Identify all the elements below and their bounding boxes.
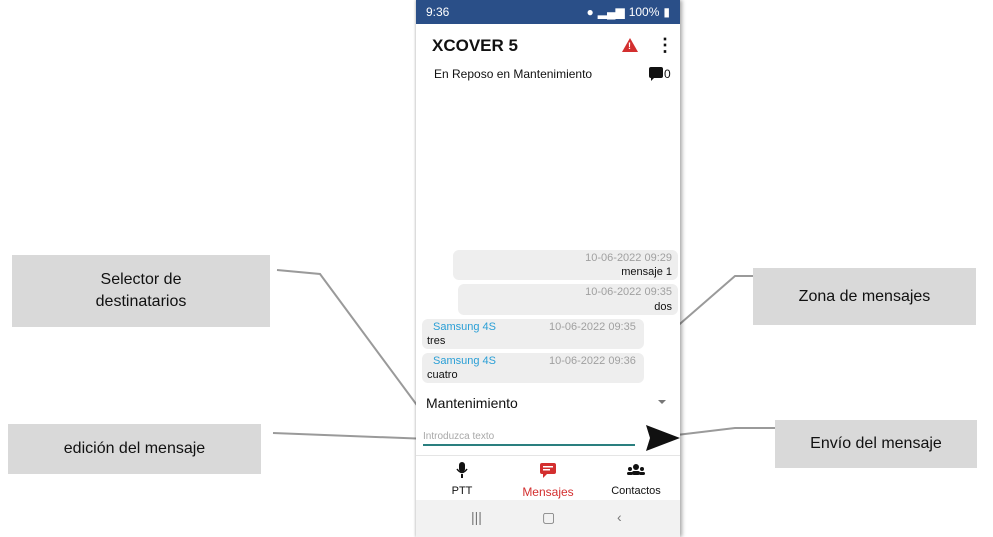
message-bubble: Samsung 4S 10-06-2022 09:36 cuatro xyxy=(422,353,644,383)
battery-icon: ▮ xyxy=(663,5,670,19)
message-date: 10-06-2022 09:35 xyxy=(585,286,672,298)
status-time: 9:36 xyxy=(426,5,450,19)
phone-screen: 9:36 ● ▂▄▆ 100% ▮ XCOVER 5 ! ⋮ En Reposo… xyxy=(416,0,680,537)
message-text: dos xyxy=(654,301,672,313)
microphone-icon xyxy=(456,462,468,478)
nav-label-contactos: Contactos xyxy=(611,485,661,497)
message-date: 10-06-2022 09:29 xyxy=(585,252,672,264)
message-count: 0 xyxy=(664,67,671,81)
back-icon[interactable]: ‹ xyxy=(617,509,622,525)
app-title: XCOVER 5 xyxy=(432,36,518,55)
nav-label-mensajes: Mensajes xyxy=(522,485,574,499)
state-text: En Reposo en Mantenimiento xyxy=(434,67,593,81)
signal-icon: ▂▄▆ xyxy=(597,5,625,19)
home-icon[interactable]: ▢ xyxy=(542,509,555,526)
battery-level: 100% xyxy=(628,5,660,19)
callout-edicion: edición del mensaje xyxy=(8,424,261,474)
recent-apps-icon[interactable]: ||| xyxy=(471,509,482,525)
warning-mark: ! xyxy=(628,41,631,51)
message-date: 10-06-2022 09:35 xyxy=(549,321,636,333)
message-icon xyxy=(540,463,556,478)
message-input[interactable] xyxy=(423,428,635,446)
nav-contactos[interactable]: Contactos xyxy=(596,462,676,497)
status-right: ● ▂▄▆ 100% ▮ xyxy=(586,5,670,19)
more-menu-icon[interactable]: ⋮ xyxy=(656,36,674,54)
bottom-navigation: PTT Mensajes Contactos xyxy=(416,455,680,500)
message-sender: Samsung 4S xyxy=(433,321,496,333)
chevron-down-icon[interactable] xyxy=(658,400,666,404)
message-icon[interactable] xyxy=(649,67,663,81)
selector-callout-line xyxy=(276,269,423,413)
callout-selector: Selector de destinatarios xyxy=(12,255,270,327)
recipient-selector[interactable]: Mantenimiento xyxy=(426,395,518,411)
nav-label-ptt: PTT xyxy=(451,485,473,497)
nav-ptt[interactable]: PTT xyxy=(422,462,502,497)
message-bubble: 10-06-2022 09:35 dos xyxy=(458,284,678,315)
message-text: cuatro xyxy=(427,369,458,381)
contacts-icon xyxy=(627,464,645,475)
message-text: tres xyxy=(427,335,446,347)
message-bubble: 10-06-2022 09:29 mensaje 1 xyxy=(453,250,678,280)
message-sender: Samsung 4S xyxy=(433,355,496,367)
system-navigation-bar: ||| ▢ ‹ xyxy=(416,500,680,537)
nav-mensajes[interactable]: Mensajes xyxy=(508,462,588,499)
status-bar: 9:36 ● ▂▄▆ 100% ▮ xyxy=(416,0,680,24)
message-bubble: Samsung 4S 10-06-2022 09:35 tres xyxy=(422,319,644,349)
send-icon[interactable] xyxy=(646,425,680,451)
message-date: 10-06-2022 09:36 xyxy=(549,355,636,367)
callout-envio: Envío del mensaje xyxy=(775,420,977,468)
callout-zona-mensajes: Zona de mensajes xyxy=(753,268,976,325)
message-text: mensaje 1 xyxy=(621,266,672,278)
location-icon: ● xyxy=(586,5,594,19)
